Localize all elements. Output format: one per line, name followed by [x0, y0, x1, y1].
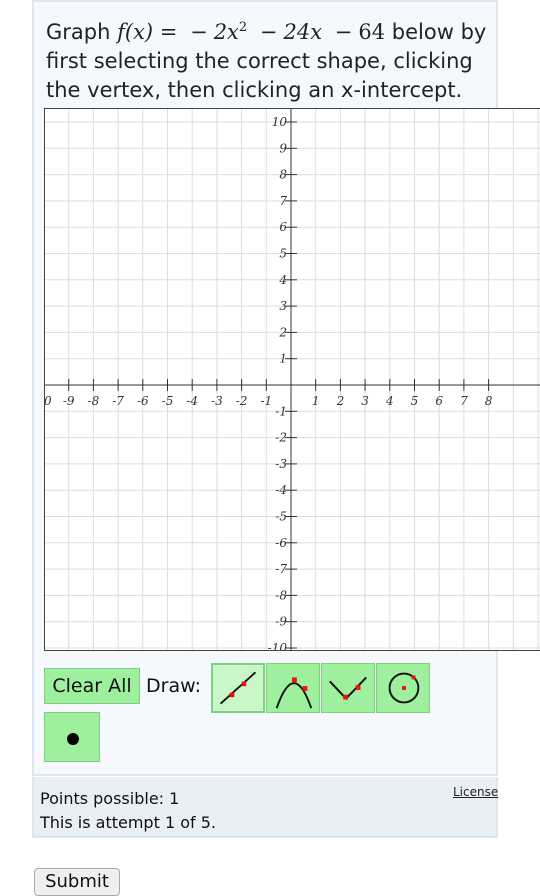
y-tick-label: 1	[279, 352, 287, 366]
x-tick-label: -3	[211, 394, 223, 408]
absolute-value-tool-button[interactable]	[321, 663, 375, 713]
y-tick-label: -7	[275, 562, 287, 576]
y-tick-label: 7	[279, 194, 287, 208]
x-tick-label: -6	[137, 394, 149, 408]
line-tool-icon	[219, 671, 257, 705]
x-tick-label: -1	[260, 394, 272, 408]
y-tick-label: 2	[278, 325, 287, 339]
points-possible: Points possible: 1	[40, 789, 180, 808]
x-tick-label: 2	[336, 394, 345, 408]
y-tick-label: 9	[279, 141, 287, 155]
y-tick-label: 4	[278, 273, 287, 287]
y-tick-label: -1	[275, 404, 287, 418]
parabola-tool-icon	[275, 677, 313, 709]
point-tool-button[interactable]	[44, 712, 100, 762]
y-tick-label: -9	[275, 615, 287, 629]
draw-label: Draw:	[146, 675, 201, 697]
x-tick-label: -8	[88, 394, 100, 408]
x-tick-label: -2	[236, 394, 248, 408]
y-tick-label: 10	[272, 115, 288, 129]
x-tick-label: 1	[312, 394, 320, 408]
footer-info: Points possible: 1 This is attempt 1 of …	[40, 787, 216, 835]
x-tick-label: 7	[460, 394, 468, 408]
circle-tool-icon	[388, 672, 420, 704]
x-tick-label: 4	[385, 394, 394, 408]
x-tick-label: 3	[361, 394, 369, 408]
y-tick-label: 5	[279, 247, 287, 261]
y-tick-label: -6	[275, 536, 287, 550]
x-tick-label: 5	[411, 394, 419, 408]
point-tool-icon	[67, 733, 79, 745]
graphing-canvas[interactable]: 10 -9 -8 -7 -6 -5 -4 -3 -2 -1 1 2 3 4 5 6 7 8 10 9 8 7 6 5 4 3 2 1 -…	[44, 108, 540, 651]
y-tick-label: 3	[279, 299, 287, 313]
question-prompt: Graph f(x) = −2x2 −24x −64 below by firs…	[46, 18, 496, 105]
parabola-tool-button[interactable]	[266, 663, 320, 713]
term2: 24x	[283, 20, 323, 44]
x-tick-label: 8	[485, 394, 493, 408]
y-tick-label: -2	[275, 431, 287, 445]
x-tick-label: -7	[112, 394, 124, 408]
submit-button[interactable]: Submit	[34, 868, 120, 896]
term1-exponent: 2	[238, 20, 248, 35]
term1-sign: −	[190, 20, 208, 44]
term1: 2x	[213, 20, 239, 44]
graph-grid[interactable]: 10 -9 -8 -7 -6 -5 -4 -3 -2 -1 1 2 3 4 5 6 7 8 10 9 8 7 6 5 4 3 2 1 -…	[45, 109, 540, 651]
function-name: f(x) =	[117, 20, 178, 44]
y-tick-label: 8	[279, 168, 287, 182]
y-tick-label: -3	[275, 457, 287, 471]
term2-sign: −	[259, 20, 278, 44]
y-tick-label: -5	[275, 510, 287, 524]
y-tick-label: -8	[275, 588, 287, 602]
x-tick-label: -4	[186, 394, 198, 408]
term3: 64	[358, 20, 386, 44]
clear-all-button[interactable]: Clear All	[44, 668, 140, 704]
term3-sign: −	[334, 20, 353, 44]
x-tick-label: 6	[435, 394, 443, 408]
y-tick-label: 6	[279, 220, 287, 234]
line-tool-button[interactable]	[211, 663, 265, 713]
circle-tool-button[interactable]	[376, 663, 430, 713]
absolute-value-tool-icon	[329, 676, 367, 700]
function-expression: f(x) = −2x2 −24x −64	[117, 20, 392, 44]
y-tick-label: -4	[275, 483, 287, 497]
attempt-count: This is attempt 1 of 5.	[40, 813, 216, 832]
x-tick-label: 10	[45, 394, 52, 408]
prompt-prefix: Graph	[46, 20, 111, 44]
x-tick-label: -9	[63, 394, 75, 408]
x-tick-label: -5	[162, 394, 174, 408]
license-link[interactable]: License	[453, 785, 498, 799]
y-tick-label: -10	[268, 641, 288, 651]
